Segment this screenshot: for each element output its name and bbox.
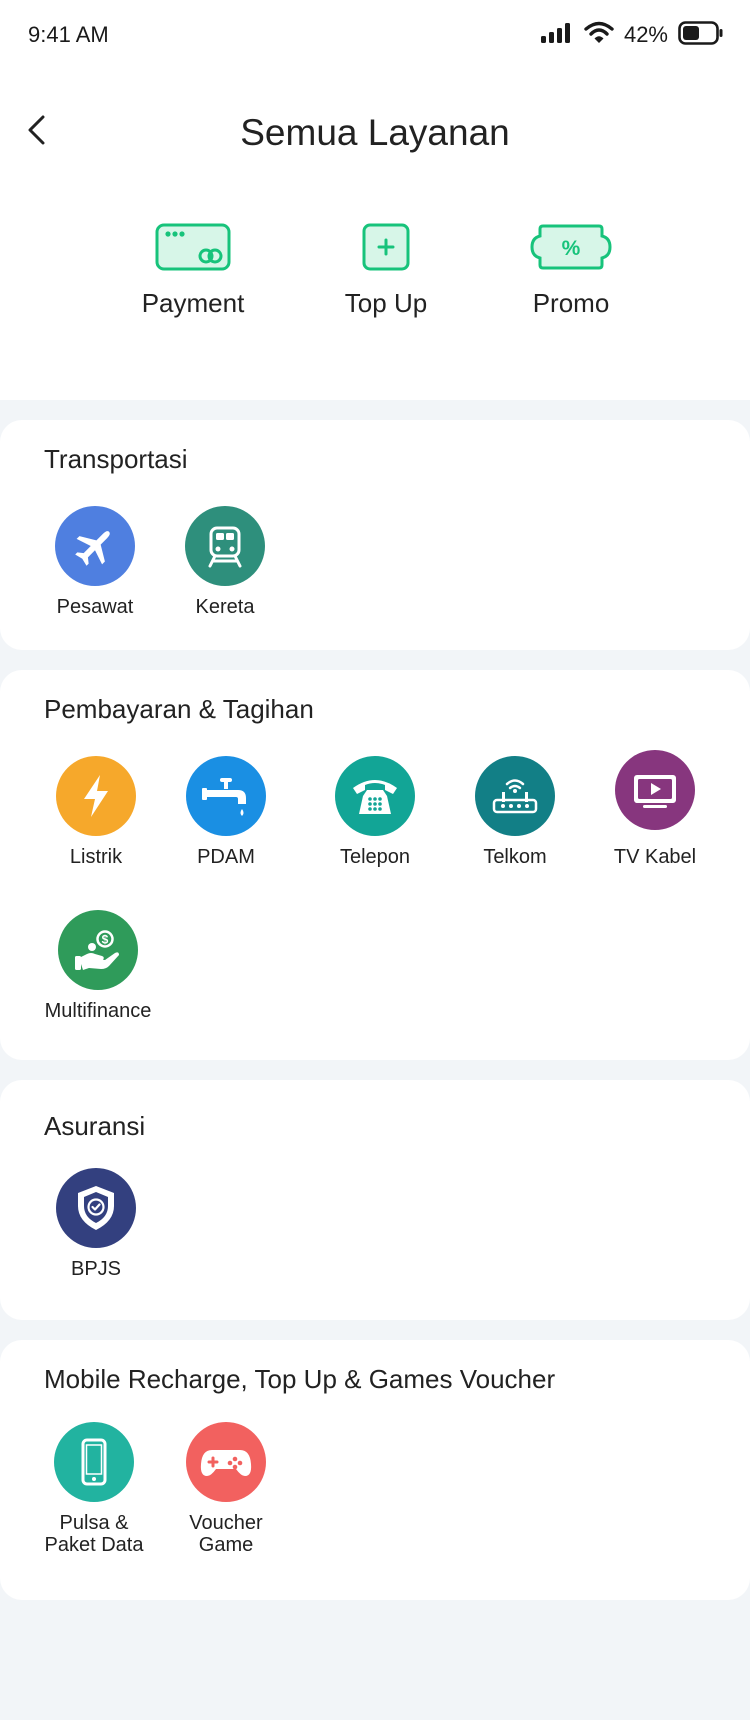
service-telkom[interactable]: Telkom (445, 756, 585, 868)
service-label: Telkom (483, 846, 547, 868)
service-kereta[interactable]: Kereta (155, 506, 295, 618)
section-title-transportasi: Transportasi (44, 444, 188, 474)
quick-actions: Payment Top Up % Promo (0, 220, 750, 330)
service-pdam[interactable]: PDAM (156, 756, 296, 868)
status-indicators: 42% (540, 20, 724, 50)
payment-label: Payment (141, 288, 245, 318)
service-label: TV Kabel (613, 846, 697, 868)
service-bpjs[interactable]: BPJS (26, 1168, 166, 1280)
section-title-pembayaran: Pembayaran & Tagihan (44, 694, 314, 724)
service-label: Listrik (69, 846, 123, 868)
top-up-label: Top Up (344, 288, 428, 318)
service-label-line1: Voucher (189, 1512, 263, 1534)
service-label-line2: Paket Data (44, 1534, 144, 1556)
service-label: Telepon (339, 846, 411, 868)
service-multifinance[interactable]: $ Multifinance (28, 910, 168, 1022)
section-title-mobile: Mobile Recharge, Top Up & Games Voucher (44, 1364, 556, 1394)
battery-percent: 42% (623, 22, 668, 47)
service-label: Pulsa & Paket Data (24, 1512, 164, 1556)
telephone-icon (335, 756, 415, 836)
service-label: PDAM (197, 846, 255, 868)
water-tap-icon (186, 756, 266, 836)
airplane-icon (55, 506, 135, 586)
service-voucher-game[interactable]: Voucher Game (156, 1422, 296, 1556)
service-pulsa-paket-data[interactable]: Pulsa & Paket Data (24, 1422, 164, 1556)
page-title: Semua Layanan (240, 112, 510, 153)
pembayaran-card: Pembayaran & Tagihan Listrik PDAM Telepo… (0, 670, 750, 1060)
service-pesawat[interactable]: Pesawat (25, 506, 165, 618)
service-label: Pesawat (56, 596, 134, 618)
transportasi-card: Transportasi Pesawat Kereta (0, 420, 750, 650)
service-label: Kereta (195, 596, 255, 618)
service-label-line2: Game (198, 1534, 254, 1556)
battery-icon (678, 20, 724, 50)
service-tv-kabel[interactable]: TV Kabel (585, 750, 725, 868)
service-telepon[interactable]: Telepon (305, 756, 445, 868)
status-bar: 9:41 AM 42% (0, 0, 750, 70)
promo-button[interactable]: % Promo (481, 220, 661, 319)
promo-ticket-icon: % (481, 220, 661, 276)
header: Semua Layanan (0, 100, 750, 170)
signal-icon (540, 22, 574, 49)
tv-icon (615, 750, 695, 830)
service-label-line1: Pulsa & (59, 1512, 129, 1534)
asuransi-card: Asuransi BPJS (0, 1080, 750, 1320)
svg-text:%: % (562, 237, 581, 260)
wifi-icon (584, 21, 614, 50)
hand-coin-icon: $ (58, 910, 138, 990)
payment-card-icon (103, 220, 283, 276)
status-time: 9:41 AM (28, 22, 109, 47)
payment-button[interactable]: Payment (103, 220, 283, 319)
shield-check-icon (56, 1168, 136, 1248)
promo-label: Promo (532, 288, 610, 318)
top-up-button[interactable]: Top Up (296, 220, 476, 319)
section-title-asuransi: Asuransi (44, 1111, 146, 1141)
service-label: BPJS (70, 1258, 122, 1280)
service-label: Voucher Game (156, 1512, 296, 1556)
smartphone-icon (54, 1422, 134, 1502)
train-icon (185, 506, 265, 586)
mobile-recharge-card: Mobile Recharge, Top Up & Games Voucher … (0, 1340, 750, 1600)
service-listrik[interactable]: Listrik (26, 756, 166, 868)
service-label: Multifinance (44, 1000, 152, 1022)
svg-text:$: $ (102, 933, 109, 947)
top-up-icon (296, 220, 476, 276)
gamepad-icon (186, 1422, 266, 1502)
router-icon (475, 756, 555, 836)
lightning-icon (56, 756, 136, 836)
